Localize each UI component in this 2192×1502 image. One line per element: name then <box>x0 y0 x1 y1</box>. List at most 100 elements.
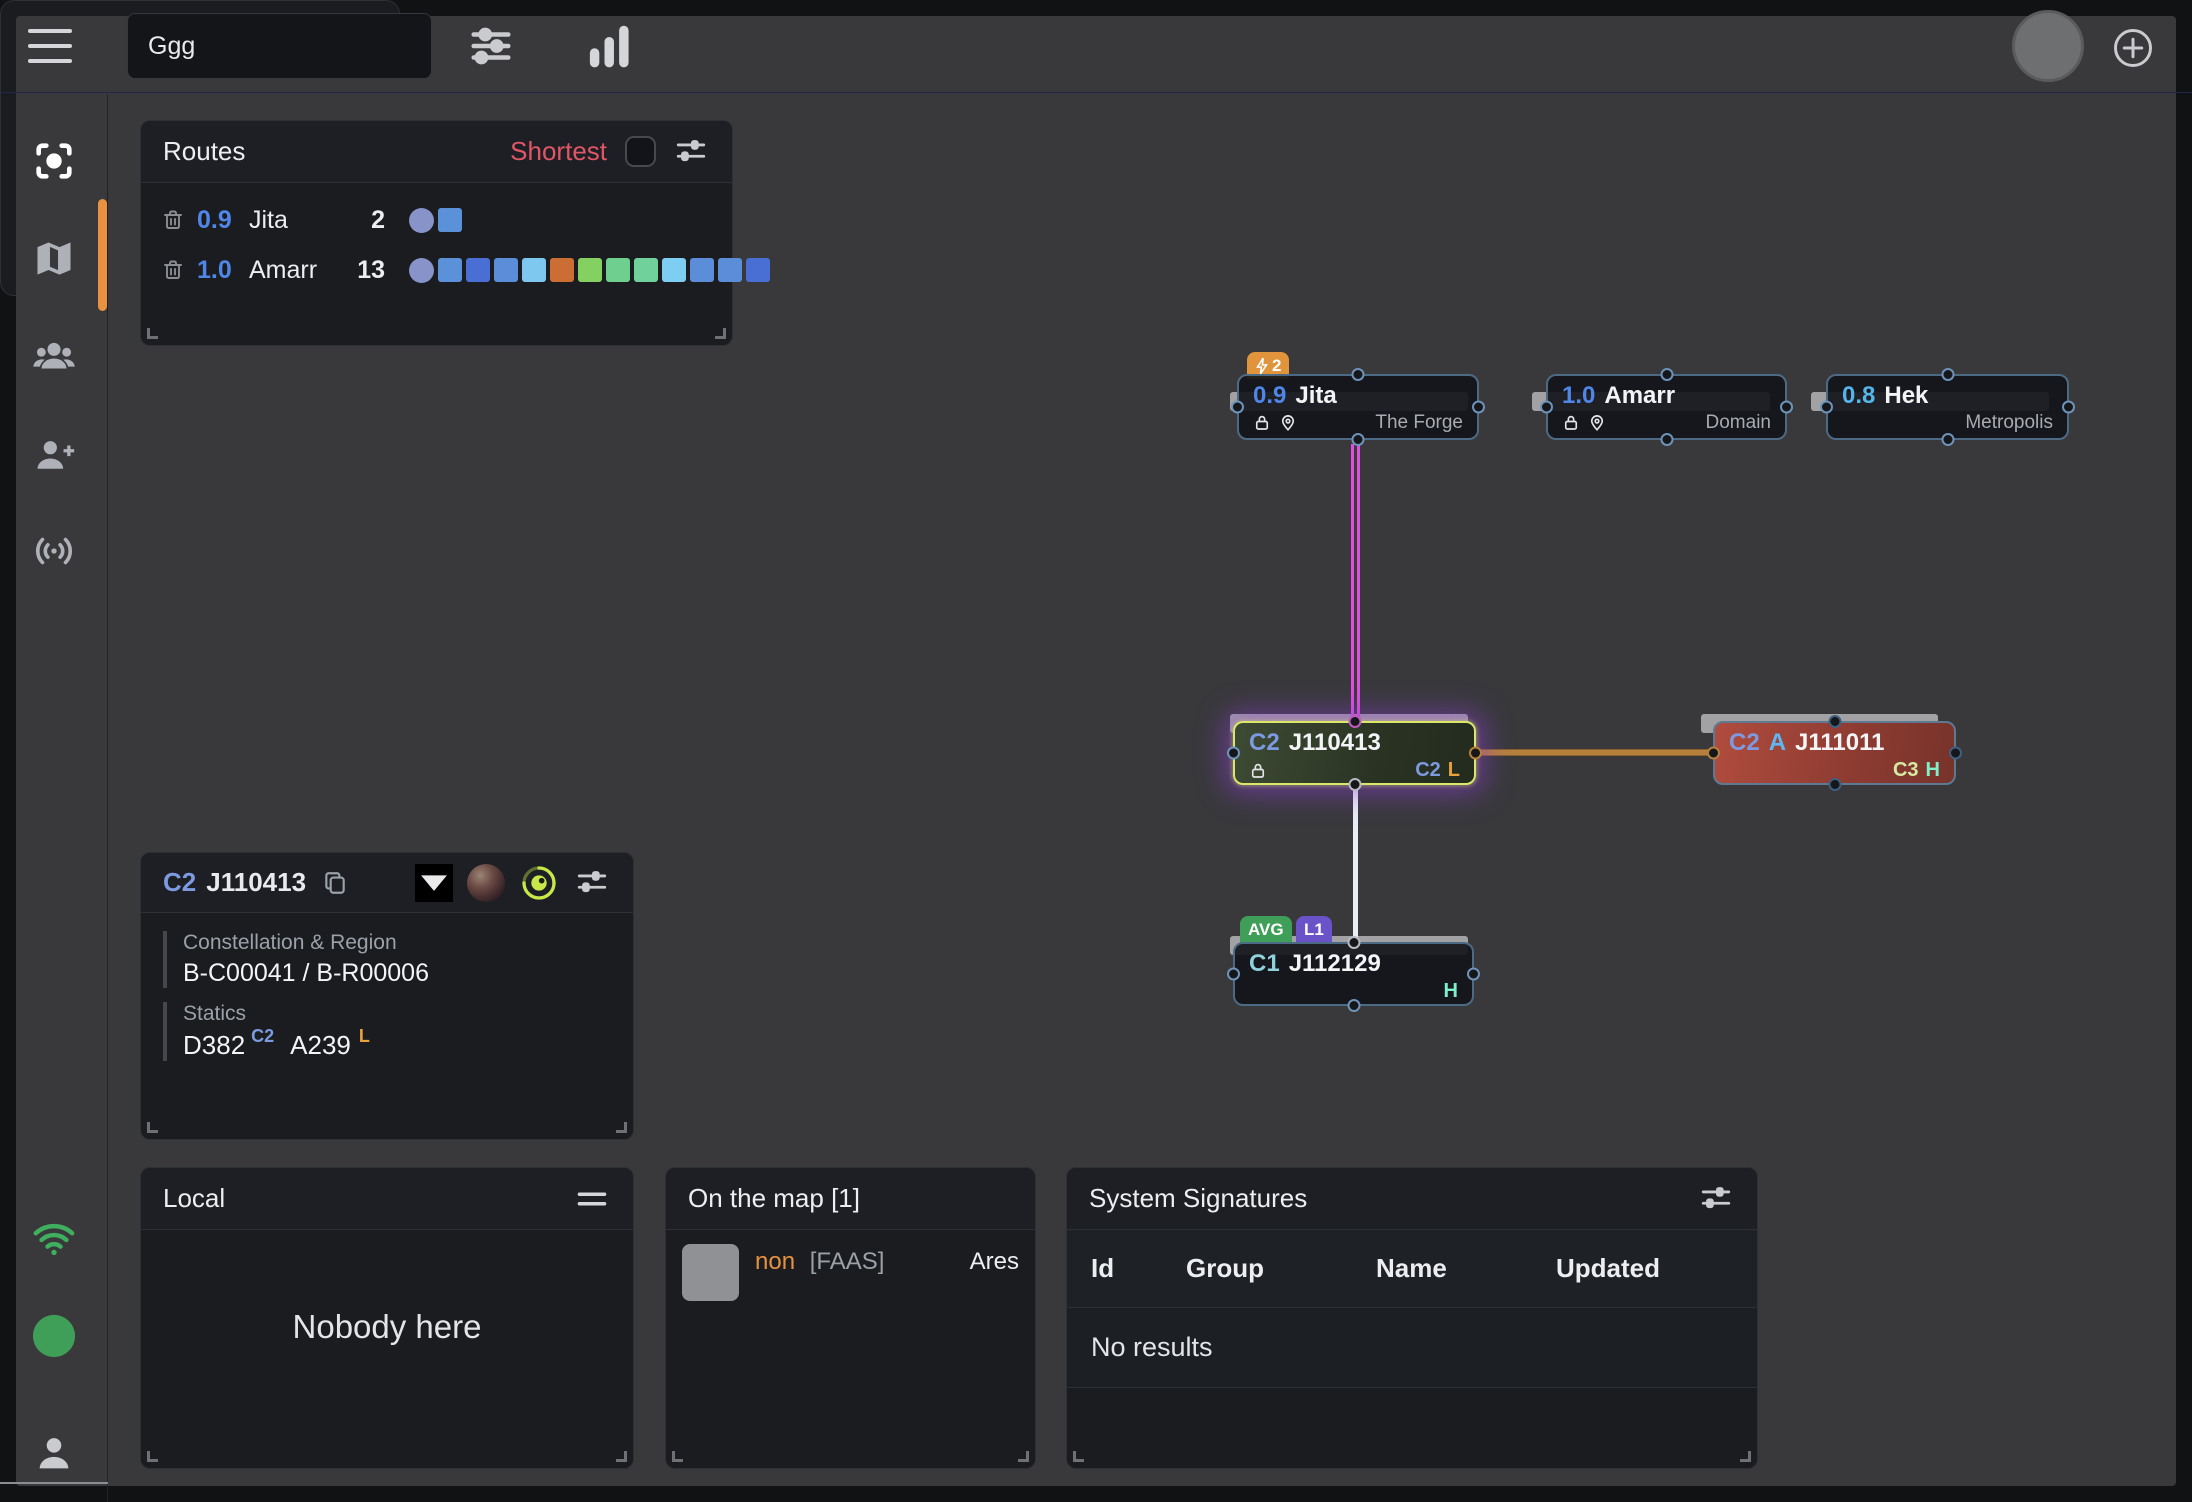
route-jump-square <box>606 258 630 282</box>
routes-panel: Routes Shortest 0.9 Jita 2 1.0 Amarr 13 <box>140 120 733 346</box>
route-row-jita[interactable]: 0.9 Jita 2 <box>141 199 732 241</box>
resize-handle[interactable] <box>715 328 726 339</box>
route-security: 1.0 <box>197 256 249 285</box>
on-the-map-title: On the map [1] <box>688 1183 860 1214</box>
resize-handle[interactable] <box>672 1451 683 1462</box>
top-bar <box>0 0 2192 93</box>
route-origin-dot <box>409 258 434 283</box>
region-name: Domain <box>1706 412 1771 434</box>
connection-j110413-j111011[interactable] <box>1478 749 1715 756</box>
add-character-icon[interactable] <box>31 432 77 478</box>
map-node-amarr[interactable]: 1.0 Amarr Domain <box>1546 374 1787 440</box>
local-menu-icon[interactable] <box>573 1188 611 1210</box>
security-status: 0.9 <box>1253 382 1286 410</box>
connection-j110413-j112129[interactable] <box>1353 786 1358 944</box>
local-empty-text: Nobody here <box>141 1308 633 1346</box>
pin-icon <box>1588 414 1606 432</box>
lock-icon <box>1562 414 1580 432</box>
add-map-icon[interactable] <box>2112 27 2154 69</box>
static-leads-to: H <box>1444 980 1458 1003</box>
tracking-focus-icon[interactable] <box>31 138 77 184</box>
resize-handle[interactable] <box>147 1122 158 1133</box>
route-jump-square <box>634 258 658 282</box>
map-node-j110413-selected[interactable]: C2 J110413 C2 L <box>1233 721 1476 785</box>
map-node-hek[interactable]: 0.8 Hek Metropolis <box>1826 374 2069 440</box>
route-path-jita <box>409 208 462 233</box>
route-jump-square <box>494 258 518 282</box>
system-tag: A <box>1769 729 1786 757</box>
column-group[interactable]: Group <box>1186 1253 1376 1284</box>
resize-handle[interactable] <box>1018 1451 1029 1462</box>
pilot-corp-ticker: [FAAS] <box>810 1248 885 1275</box>
profile-icon[interactable] <box>31 1431 77 1477</box>
routes-settings-icon[interactable] <box>672 135 710 169</box>
on-the-map-panel: On the map [1] non [FAAS] Ares <box>665 1167 1036 1469</box>
resize-handle[interactable] <box>147 1451 158 1462</box>
system-signatures-panel: System Signatures Id Group Name Updated … <box>1066 1167 1758 1469</box>
region-name: Metropolis <box>1965 412 2053 434</box>
online-status-dot <box>31 1313 77 1359</box>
selected-system-class: C2 <box>163 867 196 898</box>
active-tab-indicator <box>98 199 107 311</box>
route-row-amarr[interactable]: 1.0 Amarr 13 <box>141 249 732 291</box>
map-node-jita[interactable]: 0.9 Jita The Forge <box>1237 374 1479 440</box>
resize-handle[interactable] <box>1740 1451 1751 1462</box>
resize-handle[interactable] <box>616 1122 627 1133</box>
system-thumbnail[interactable] <box>467 864 505 902</box>
column-id[interactable]: Id <box>1091 1253 1186 1284</box>
system-info-panel: C2 J110413 Constellation & Region B-C000… <box>140 852 634 1140</box>
connection-jita-j110413[interactable] <box>1351 444 1360 723</box>
route-jump-square <box>718 258 742 282</box>
resize-handle[interactable] <box>147 328 158 339</box>
resize-handle[interactable] <box>616 1451 627 1462</box>
route-destination: Jita <box>249 206 288 235</box>
pilot-ship: Ares <box>970 1248 1019 1276</box>
pilot-portrait <box>682 1244 739 1301</box>
lightning-icon <box>1255 357 1269 375</box>
shortest-checkbox[interactable] <box>625 136 656 167</box>
column-name[interactable]: Name <box>1376 1253 1556 1284</box>
system-name: J111011 <box>1795 729 1884 757</box>
local-panel: Local Nobody here <box>140 1167 634 1469</box>
copy-icon[interactable] <box>322 869 348 897</box>
selected-system-name: J110413 <box>206 867 306 898</box>
route-jump-count: 2 <box>321 206 385 235</box>
pin-icon <box>1279 414 1297 432</box>
resize-handle[interactable] <box>1073 1451 1084 1462</box>
info-settings-icon[interactable] <box>573 866 611 900</box>
delete-route-icon[interactable] <box>161 257 185 283</box>
static-code: D382 <box>183 1030 245 1061</box>
activity-chart-icon[interactable] <box>582 18 636 74</box>
broadcast-icon[interactable] <box>31 528 77 574</box>
map-icon[interactable] <box>31 236 77 282</box>
user-avatar[interactable] <box>2012 10 2084 82</box>
delete-route-icon[interactable] <box>161 207 185 233</box>
map-node-j111011[interactable]: C2 A J111011 C3 H <box>1713 721 1956 785</box>
signatures-settings-icon[interactable] <box>1697 1182 1735 1216</box>
map-node-j112129[interactable]: C1 J112129 H <box>1233 942 1474 1006</box>
pilot-name: non <box>755 1248 795 1275</box>
route-jump-square <box>746 258 770 282</box>
wormhole-class: C1 <box>1249 950 1280 978</box>
map-filters-icon[interactable] <box>466 22 516 70</box>
static-code: A239 <box>290 1030 351 1061</box>
characters-icon[interactable] <box>31 334 77 380</box>
left-sidebar <box>0 94 108 1502</box>
route-jump-square <box>578 258 602 282</box>
wormhole-class: C2 <box>1249 729 1280 757</box>
map-name-input[interactable] <box>127 13 432 79</box>
route-jump-square <box>662 258 686 282</box>
route-jump-square <box>550 258 574 282</box>
wormhole-effect-icon[interactable] <box>415 864 453 902</box>
local-title: Local <box>163 1183 225 1214</box>
menu-icon[interactable] <box>28 29 72 63</box>
pilot-row[interactable]: non [FAAS] Ares <box>666 1230 1035 1315</box>
observer-target-icon[interactable] <box>519 863 559 903</box>
route-path-amarr <box>409 258 770 283</box>
static-class: C3 <box>1893 759 1919 782</box>
security-status: 1.0 <box>1562 382 1595 410</box>
route-jump-square <box>522 258 546 282</box>
route-jump-square <box>690 258 714 282</box>
routes-title: Routes <box>163 136 245 167</box>
column-updated[interactable]: Updated <box>1556 1253 1733 1284</box>
